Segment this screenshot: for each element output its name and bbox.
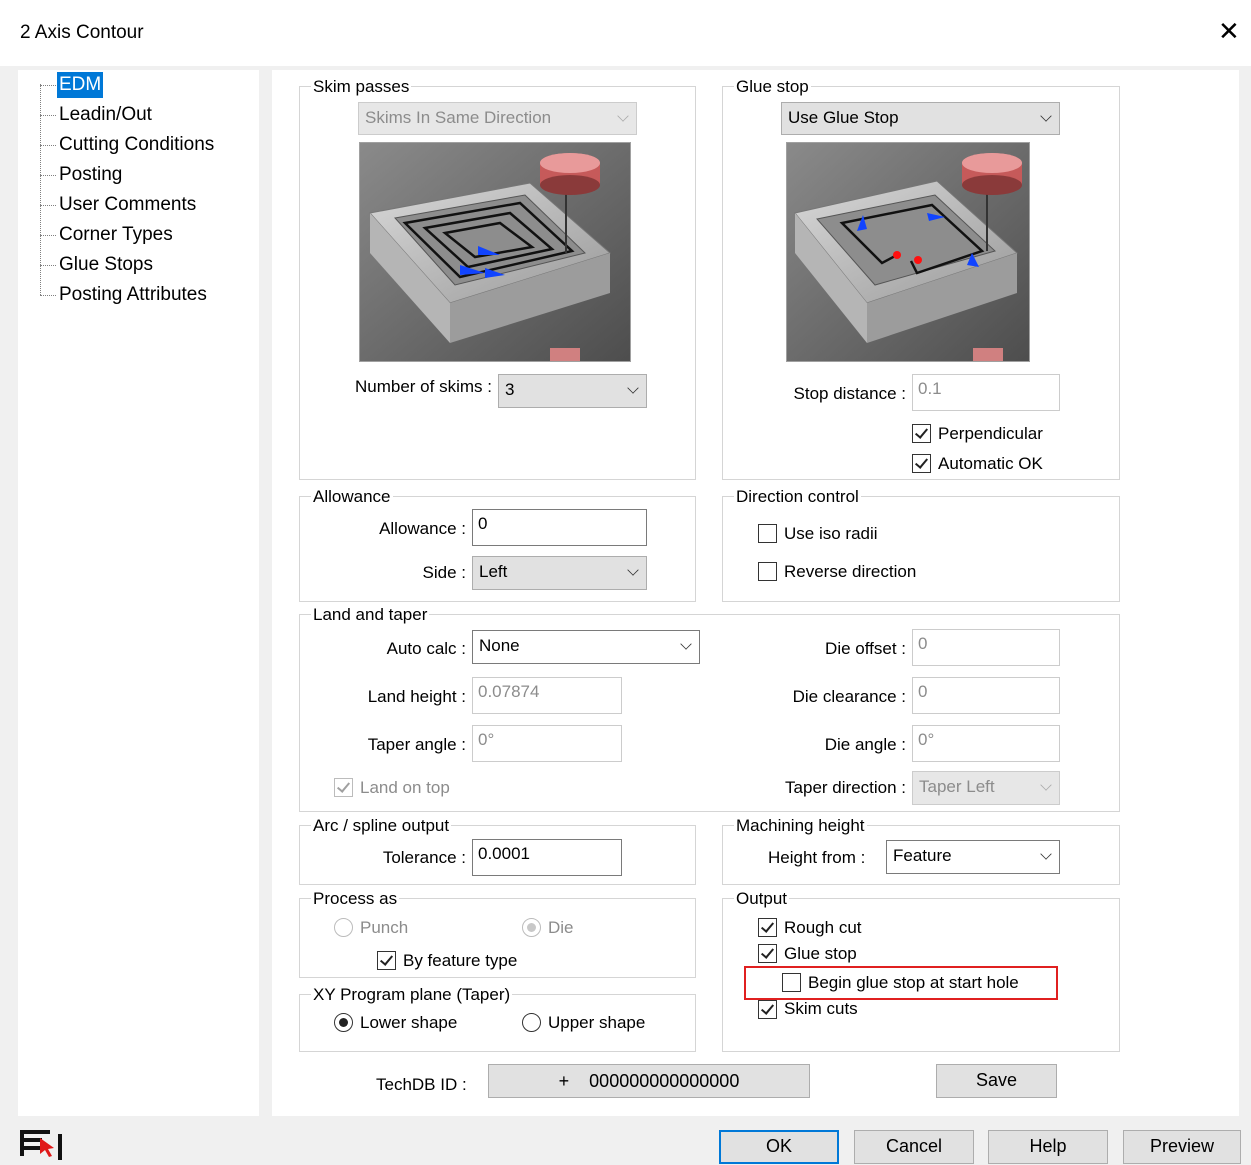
process-as-title: Process as — [311, 889, 400, 909]
arc-spline-title: Arc / spline output — [311, 816, 452, 836]
cancel-button[interactable]: Cancel — [854, 1130, 974, 1164]
die-label: Die — [548, 918, 574, 937]
taper-direction-select: Taper Left — [912, 771, 1060, 805]
auto-calc-label: Auto calc : — [386, 639, 466, 658]
taper-direction-label: Taper direction : — [785, 778, 906, 797]
die-clearance-label: Die clearance : — [792, 687, 906, 706]
allowance-field[interactable]: 0 — [472, 509, 647, 546]
punch-label: Punch — [360, 918, 409, 937]
by-feature-type-checkbox[interactable] — [377, 951, 396, 970]
lower-shape-radio[interactable] — [334, 1013, 353, 1032]
window-title: 2 Axis Contour — [20, 22, 144, 43]
tree-view: EDM Leadin/Out Cutting Conditions Postin… — [18, 70, 259, 1116]
upper-shape-radio[interactable] — [522, 1013, 541, 1032]
land-height-label: Land height : — [367, 687, 466, 706]
close-icon[interactable]: ✕ — [1218, 18, 1240, 44]
auto-calc-select[interactable]: None — [472, 630, 700, 664]
die-offset-label: Die offset : — [825, 639, 906, 658]
machining-height-title: Machining height — [734, 816, 867, 836]
taper-angle-field[interactable]: 0° — [472, 725, 622, 762]
ok-button[interactable]: OK — [719, 1130, 839, 1164]
tolerance-field[interactable]: 0.0001 — [472, 839, 622, 876]
glue-stop-output-label: Glue stop — [784, 944, 857, 963]
side-select[interactable]: Left — [472, 556, 647, 590]
reverse-direction-label: Reverse direction — [784, 562, 917, 581]
glue-stop-mode-select[interactable]: Use Glue Stop — [781, 102, 1060, 135]
techdb-id-button[interactable]: + 000000000000000 — [488, 1064, 810, 1098]
punch-radio[interactable] — [334, 918, 353, 937]
save-button[interactable]: Save — [936, 1064, 1057, 1098]
die-radio[interactable] — [522, 918, 541, 937]
glue-stop-output-checkbox[interactable] — [758, 944, 777, 963]
stop-distance-label: Stop distance : — [793, 384, 906, 403]
use-iso-radii-checkbox[interactable] — [758, 524, 777, 543]
techdb-id-label: TechDB ID : — [376, 1075, 467, 1094]
begin-glue-stop-checkbox[interactable] — [782, 973, 801, 992]
num-skims-select[interactable]: 3 — [498, 374, 647, 408]
direction-control-title: Direction control — [734, 487, 861, 507]
num-skims-label: Number of skims : — [355, 377, 492, 396]
rough-cut-checkbox[interactable] — [758, 918, 777, 937]
rough-cut-label: Rough cut — [784, 918, 862, 937]
skim-mode-select: Skims In Same Direction — [358, 102, 637, 135]
allowance-title: Allowance — [311, 487, 393, 507]
side-label: Side : — [422, 563, 466, 582]
allowance-label: Allowance : — [379, 519, 466, 538]
use-iso-radii-label: Use iso radii — [784, 524, 878, 543]
land-taper-title: Land and taper — [311, 605, 430, 625]
die-angle-label: Die angle : — [824, 735, 906, 754]
die-offset-field[interactable]: 0 — [912, 629, 1060, 666]
direction-control-group — [722, 496, 1120, 602]
perpendicular-checkbox[interactable] — [912, 424, 931, 443]
skim-passes-title: Skim passes — [311, 77, 412, 97]
help-button[interactable]: Help — [988, 1130, 1108, 1164]
taper-angle-label: Taper angle : — [367, 735, 466, 754]
land-height-field[interactable]: 0.07874 — [472, 677, 622, 714]
title-bar — [0, 0, 1251, 66]
tool-icon[interactable] — [20, 1126, 68, 1160]
xy-plane-title: XY Program plane (Taper) — [311, 985, 513, 1005]
die-angle-field[interactable]: 0° — [912, 725, 1060, 762]
upper-shape-label: Upper shape — [548, 1013, 646, 1032]
by-feature-type-label: By feature type — [403, 951, 518, 970]
perpendicular-label: Perpendicular — [938, 424, 1043, 443]
glue-stop-title: Glue stop — [734, 77, 811, 97]
begin-glue-stop-label: Begin glue stop at start hole — [808, 973, 1019, 992]
skim-cuts-checkbox[interactable] — [758, 1000, 777, 1019]
height-from-label: Height from : — [768, 848, 866, 867]
lower-shape-label: Lower shape — [360, 1013, 458, 1032]
reverse-direction-checkbox[interactable] — [758, 562, 777, 581]
glue-stop-illustration — [786, 142, 1030, 362]
output-title: Output — [734, 889, 790, 909]
height-from-select[interactable]: Feature — [886, 840, 1060, 874]
skim-cuts-label: Skim cuts — [784, 999, 858, 1018]
land-on-top-label: Land on top — [360, 778, 450, 797]
die-clearance-field[interactable]: 0 — [912, 677, 1060, 714]
preview-button[interactable]: Preview — [1123, 1130, 1241, 1164]
land-on-top-checkbox[interactable] — [334, 778, 353, 797]
tolerance-label: Tolerance : — [382, 848, 466, 867]
stop-distance-field[interactable]: 0.1 — [912, 374, 1060, 411]
automatic-ok-label: Automatic OK — [938, 454, 1043, 473]
skim-passes-illustration — [359, 142, 631, 362]
automatic-ok-checkbox[interactable] — [912, 454, 931, 473]
